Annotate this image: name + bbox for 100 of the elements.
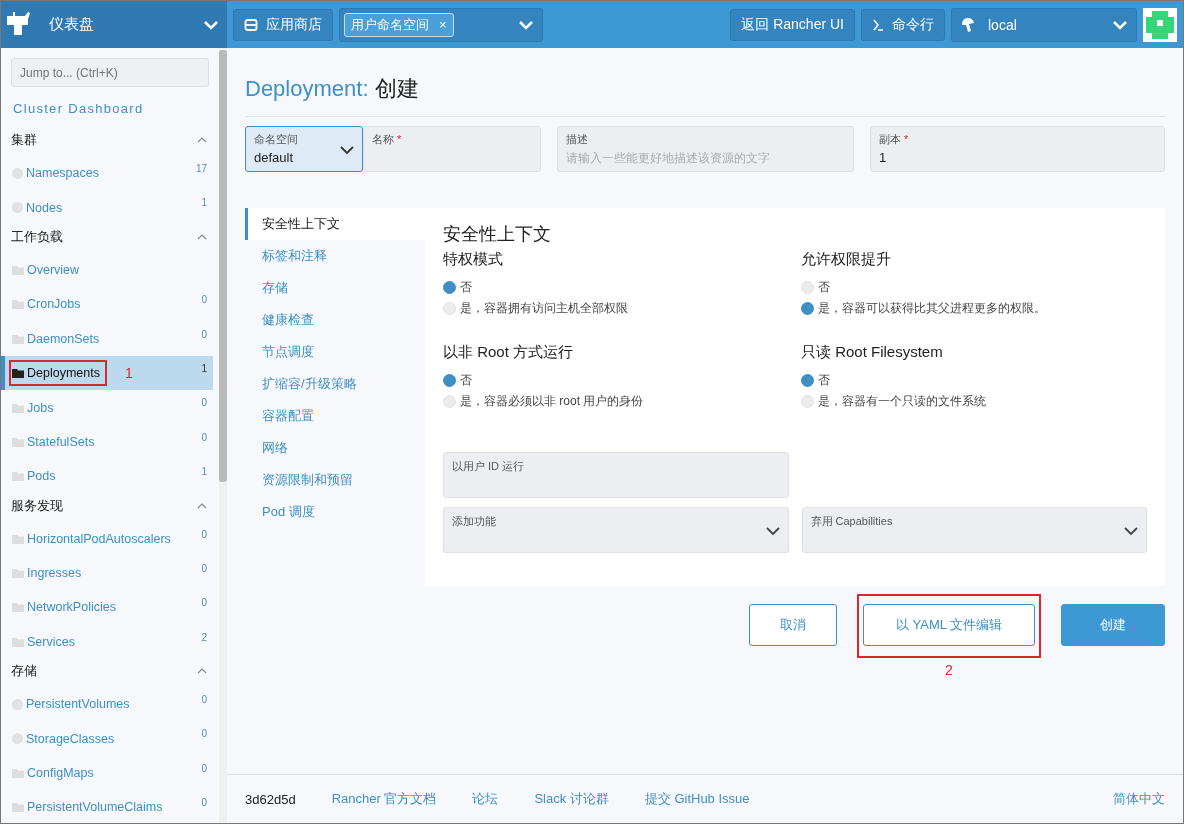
radio-option[interactable]: 是，容器拥有访问主机全部权限 (443, 298, 789, 319)
radio-option[interactable]: 否 (801, 370, 1147, 391)
app-store-button[interactable]: 应用商店 (233, 8, 333, 41)
folder-icon (12, 568, 24, 579)
input-field[interactable]: 以用户 ID 运行 (443, 452, 789, 498)
capabilities-select[interactable]: 弃用 Capabilities (801, 507, 1147, 553)
radio-option[interactable]: 否 (443, 277, 789, 298)
nav-item[interactable]: Pods 1 (1, 459, 213, 494)
nav-item[interactable]: Ingresses 0 (1, 555, 213, 591)
nav-item[interactable]: DaemonSets 0 (1, 321, 213, 356)
side-tab[interactable]: 安全性上下文 (245, 208, 425, 240)
nav-item[interactable]: Deployments 1 1 (1, 355, 213, 391)
folder-icon (12, 636, 24, 647)
remove-tag-button[interactable]: × (439, 17, 447, 32)
folder-icon (12, 802, 24, 813)
radio-group-title: 特权模式 (443, 250, 504, 269)
radio-option[interactable]: 否 (443, 370, 789, 391)
radio-group-title: 允许权限提升 (801, 250, 892, 269)
scrollbar-thumb[interactable] (219, 50, 227, 482)
input-field[interactable]: 名称 * (363, 126, 541, 172)
action-button[interactable]: 以 YAML 文件编辑 (863, 604, 1035, 646)
shell-button[interactable]: 命令行 (861, 8, 945, 41)
nav-item[interactable]: NetworkPolicies 0 (1, 590, 213, 625)
version-text: 3d62d5d (245, 791, 296, 807)
nav-item[interactable]: StorageClasses 0 (1, 721, 213, 756)
cluster-dashboard-link[interactable]: Cluster Dashboard (13, 101, 213, 116)
folder-icon (12, 299, 24, 310)
chevron-down-icon (1124, 527, 1138, 536)
side-tab[interactable]: 节点调度 (245, 336, 425, 368)
folder-icon (12, 533, 24, 544)
collapse-caret-icon[interactable] (197, 137, 207, 143)
nav-item[interactable]: PersistentVolumeClaims 0 (1, 790, 213, 823)
input-field[interactable]: 描述 请输入一些能更好地描述该资源的文字 (557, 126, 854, 172)
nav-item[interactable]: CronJobs 0 (1, 287, 213, 322)
folder-icon (12, 471, 24, 482)
dashboard-title: 仪表盘 (49, 15, 95, 34)
side-tab[interactable]: 存储 (245, 272, 425, 304)
footer-link[interactable]: 论坛 (472, 790, 499, 808)
collapse-caret-icon[interactable] (197, 668, 207, 675)
chevron-down-icon (340, 146, 354, 155)
nav-group-title: 服务发现 (11, 496, 63, 515)
folder-icon (12, 436, 24, 447)
folder-icon (12, 333, 24, 344)
folder-icon (12, 368, 24, 379)
collapse-caret-icon[interactable] (197, 233, 207, 240)
folder-icon (12, 768, 24, 779)
side-tab[interactable]: 扩缩容/升级策略 (245, 368, 425, 400)
action-button[interactable]: 取消 (749, 604, 837, 646)
namespace-filter[interactable]: 用户命名空间 × (339, 7, 543, 42)
namespace-select[interactable]: 命名空间 default (245, 126, 363, 172)
radio-option[interactable]: 是，容器有一个只读的文件系统 (801, 391, 1147, 412)
nav-item[interactable]: StatefulSets 0 (1, 424, 213, 460)
user-avatar-icon[interactable] (1143, 7, 1177, 42)
namespace-tag: 用户命名空间 × (344, 12, 454, 37)
action-button[interactable]: 创建 (1061, 604, 1165, 646)
store-icon (244, 17, 258, 32)
back-to-rancher-button[interactable]: 返回 Rancher UI (730, 8, 855, 41)
side-tab[interactable]: Pod 调度 (245, 496, 425, 528)
circle-icon (12, 733, 23, 745)
capabilities-select[interactable]: 添加功能 (443, 507, 789, 553)
jump-to-search-field[interactable]: Jump to... (Ctrl+K) (11, 58, 209, 87)
footer-link[interactable]: 提交 GitHub Issue (644, 790, 750, 808)
cluster-icon (960, 16, 976, 33)
annotation-number: 2 (945, 662, 953, 678)
nav-item[interactable]: Overview (1, 252, 213, 288)
footer-link[interactable]: Slack 讨论群 (534, 790, 609, 808)
nav-item[interactable]: ConfigMaps 0 (1, 755, 213, 791)
cluster-selector[interactable]: local (951, 7, 1137, 42)
side-tab[interactable]: 网络 (245, 432, 425, 464)
section-title: 安全性上下文 (443, 223, 552, 246)
nav-group-title: 存储 (11, 662, 37, 681)
side-tab[interactable]: 资源限制和预留 (245, 464, 425, 496)
input-field[interactable]: 副本 * 1 (870, 126, 1165, 172)
collapse-caret-icon[interactable] (197, 502, 207, 509)
folder-icon (12, 264, 24, 275)
radio-option[interactable]: 是，容器可以获得比其父进程更多的权限。 (801, 298, 1147, 319)
chevron-down-icon (765, 527, 780, 536)
radio-group-title: 只读 Root Filesystem (801, 343, 944, 362)
nav-item[interactable]: Namespaces 17 (1, 156, 213, 191)
side-tab[interactable]: 容器配置 (245, 400, 425, 432)
folder-icon (12, 402, 24, 413)
nav-group-title: 集群 (11, 131, 37, 149)
nav-item[interactable]: Services 2 (1, 624, 213, 660)
nav-group-title: 工作负载 (11, 227, 63, 246)
nav-item[interactable]: PersistentVolumes 0 (1, 687, 213, 722)
side-tab[interactable]: 健康检查 (245, 304, 425, 336)
nav-item[interactable]: HorizontalPodAutoscalers 0 (1, 521, 213, 556)
chevron-down-icon[interactable] (203, 19, 219, 30)
radio-option[interactable]: 否 (801, 277, 1147, 298)
nav-item[interactable]: Jobs 0 (1, 390, 213, 425)
circle-icon (12, 202, 23, 214)
nav-item[interactable]: Nodes 1 (1, 190, 213, 225)
folder-icon (12, 602, 24, 613)
side-tab[interactable]: 标签和注释 (245, 240, 425, 272)
footer-link[interactable]: Rancher 官方文档 (331, 790, 437, 808)
radio-option[interactable]: 是，容器必须以非 root 用户的身份 (443, 391, 789, 412)
language-link[interactable]: 简体中文 (1113, 790, 1165, 808)
chevron-down-icon (518, 19, 534, 30)
page-title: Deployment: 创建 (245, 74, 1165, 117)
chevron-down-icon (1112, 19, 1128, 30)
